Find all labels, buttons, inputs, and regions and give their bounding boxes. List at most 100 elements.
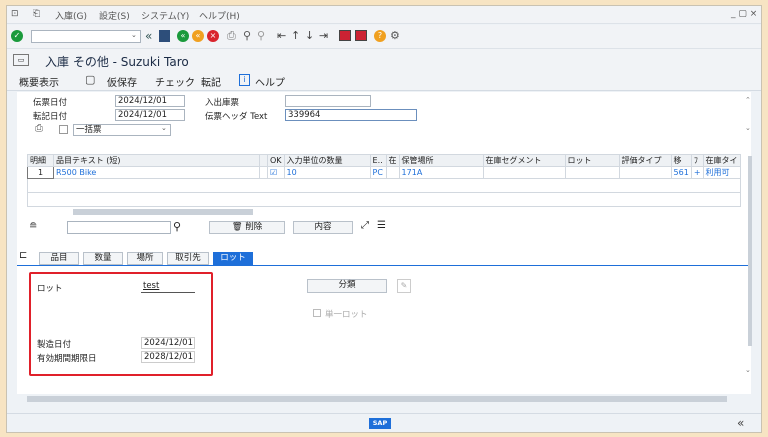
col-header-segment[interactable]: 在庫セグメント [482,154,566,167]
post-button[interactable]: 転記 [201,74,221,89]
menu-icon-2[interactable]: ⎗ [33,9,40,19]
table-row[interactable]: 1 R500 Bike ☑ 10 PC 171A 561 + 利用可 [27,166,741,179]
doc-date-field[interactable]: 2024/12/01 [115,95,185,107]
cell-sloc[interactable]: 171A [398,166,484,179]
list-icon[interactable]: ☰ [377,220,386,231]
screen-menu-icon[interactable]: ▭ [13,54,29,66]
cell-plus[interactable]: + [690,166,704,179]
cell-stocktype[interactable]: 利用可 [702,166,741,179]
hold-button[interactable]: 仮保存 [107,74,137,89]
items-table: 明細 品目テキスト (短) OK 入力単位の数量 E.. 在 保管場所 在庫セグ… [27,154,741,207]
scroll-up-icon[interactable]: ⌃ [745,96,751,104]
cell-valtype[interactable] [618,166,672,179]
col-header-status[interactable] [259,154,268,167]
col-header-sloc[interactable]: 保管場所 [398,154,484,167]
cell-mvt[interactable]: 561 [670,166,692,179]
col-header-item[interactable]: 明細 [27,154,54,167]
tab-quantity[interactable]: 数量 [83,252,123,265]
col-header-valtype[interactable]: 評価タイプ [618,154,672,167]
prev-page-icon[interactable]: ↑ [291,29,300,42]
grid-horizontal-scrollbar[interactable] [73,209,253,215]
grid-search-field[interactable] [67,221,171,234]
classify-button[interactable]: 分類 [307,279,387,293]
scroll-down-icon-2[interactable]: ⌄ [745,366,751,374]
find-icon[interactable]: ⚲ [243,29,251,42]
tab-partner[interactable]: 取引先 [167,252,209,265]
cell-unit[interactable]: PC [369,166,387,179]
first-page-icon[interactable]: ⇤ [277,29,286,42]
cell-segment[interactable] [482,166,566,179]
help-icon[interactable]: ? [374,30,386,42]
overview-button[interactable]: 概要表示 [19,74,59,89]
col-header-f[interactable]: ﾌ [690,154,704,167]
find-next-icon[interactable]: ⚲ [257,29,265,42]
chevron-down-icon[interactable]: ⌄ [161,124,167,132]
col-header-qty[interactable]: 入力単位の数量 [283,154,371,167]
tab-material[interactable]: 品目 [39,252,79,265]
tab-menu-icon[interactable]: ⊏ [19,250,27,261]
col-header-text[interactable]: 品目テキスト (短) [53,154,260,167]
shortcut-icon[interactable] [355,30,367,41]
col-header-mvt[interactable]: 移 [670,154,692,167]
menu-item-goods-receipt[interactable]: 入庫(G) [55,9,87,22]
check-button[interactable]: チェック [155,74,195,89]
align-icon[interactable]: ≘ [29,221,37,232]
enter-icon[interactable]: ✓ [11,30,23,42]
print-icon[interactable]: ⎙ [227,29,236,43]
ok-checkbox[interactable]: ☑ [267,166,285,179]
col-header-unit[interactable]: E.. [369,154,387,167]
last-page-icon[interactable]: ⇥ [319,29,328,42]
chevron-down-icon[interactable]: ⌄ [131,31,137,39]
command-field[interactable] [31,30,141,43]
cell-stock[interactable] [385,166,400,179]
menu-item-system[interactable]: システム(Y) [141,9,189,22]
window-controls[interactable]: _ ▢ × [731,9,757,19]
sap-window: ⊡ ⎗ 入庫(G) 設定(S) システム(Y) ヘルプ(H) _ ▢ × ✓ ⌄… [6,5,762,433]
gear-icon[interactable]: ⚙ [390,29,400,42]
post-date-field[interactable]: 2024/12/01 [115,109,185,121]
cell-batch[interactable] [564,166,620,179]
tab-location[interactable]: 場所 [127,252,163,265]
menu-item-settings[interactable]: 設定(S) [99,9,130,22]
printer-icon[interactable]: ⎙ [35,123,43,134]
header-text-field[interactable]: 339964 [285,109,417,121]
classify-icon[interactable]: ✎ [397,279,411,293]
find-icon-grid[interactable]: ⚲ [173,220,181,233]
print-checkbox[interactable] [59,125,68,134]
col-header-stocktype[interactable]: 在庫タイ [702,154,741,167]
single-lot-checkbox[interactable] [313,309,321,317]
receipt-field[interactable] [285,95,371,107]
menu-item-help[interactable]: ヘルプ(H) [199,9,240,22]
exit-icon[interactable]: « [192,30,204,42]
cell-item[interactable]: 1 [27,166,54,179]
tab-batch[interactable]: ロット [213,252,253,265]
expand-icon[interactable]: ⤢ [361,220,369,231]
scroll-down-icon[interactable]: ⌄ [745,124,751,132]
new-session-icon[interactable] [339,30,351,41]
next-page-icon[interactable]: ↓ [305,29,314,42]
col-header-stock[interactable]: 在 [385,154,400,167]
collapse-icon[interactable]: « [737,416,744,430]
cell-qty[interactable]: 10 [283,166,371,179]
menu-icon[interactable]: ⊡ [11,9,19,19]
col-header-batch[interactable]: ロット [564,154,620,167]
sap-logo: SAP [369,418,391,429]
post-date-label: 転記日付 [33,112,68,122]
info-icon[interactable]: i [239,74,250,86]
title-bar: ▭ 入庫 その他 - Suzuki Taro [7,49,761,71]
print-option-select[interactable]: 一括票 [73,124,171,136]
help-button[interactable]: ヘルプ [255,74,285,89]
contents-button[interactable]: 内容 [293,221,353,234]
delete-button[interactable]: 🗑 削除 [209,221,285,234]
back-double-icon[interactable]: « [145,29,152,43]
cancel-icon[interactable]: × [207,30,219,42]
col-header-ok[interactable]: OK [267,154,285,167]
table-row-empty [27,178,741,193]
back-icon[interactable]: « [177,30,189,42]
page-horizontal-scrollbar[interactable] [27,396,727,402]
new-document-icon[interactable]: ▢ [85,73,95,86]
save-icon[interactable] [159,30,170,42]
cell-status [259,166,268,179]
cell-text[interactable]: R500 Bike [53,166,260,179]
vertical-scrollbar[interactable] [748,156,752,346]
